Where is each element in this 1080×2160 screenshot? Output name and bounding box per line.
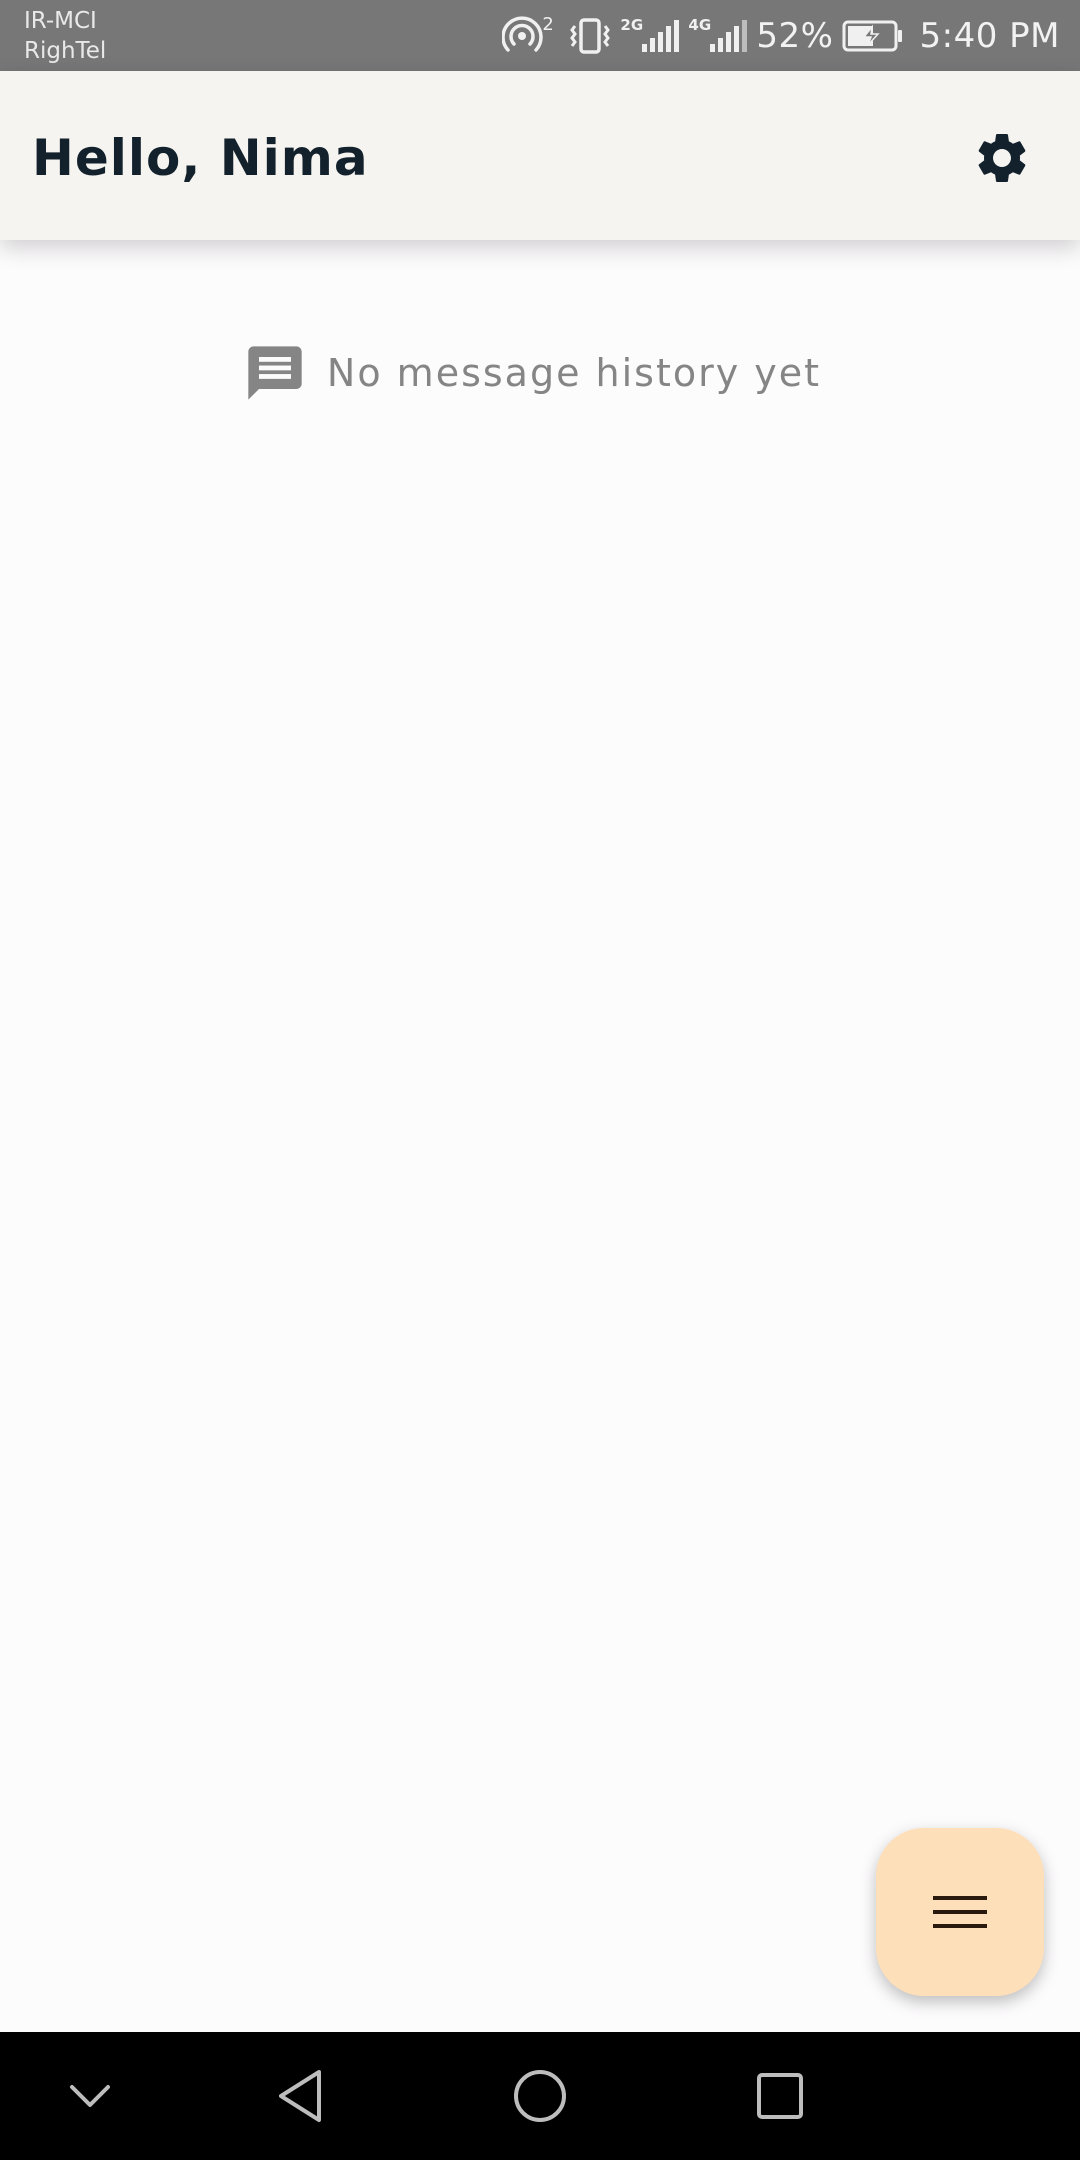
- message-icon: [248, 346, 302, 400]
- home-icon: [514, 2070, 566, 2122]
- vibrate-icon: [568, 16, 612, 56]
- nav-recents-button[interactable]: [720, 2032, 840, 2160]
- battery-percent: 52%: [756, 15, 834, 56]
- nav-hide-button[interactable]: [30, 2032, 150, 2160]
- battery-charging-icon: [842, 19, 904, 53]
- status-bar: IR-MCI RighTel 2 2G 4G 52% 5:40 PM: [0, 0, 1080, 71]
- signal-icon-sim1: 2G: [620, 16, 680, 56]
- clock: 5:40 PM: [919, 15, 1060, 56]
- menu-icon: [933, 1896, 987, 1928]
- app-header: Hello, Nima: [0, 71, 1080, 240]
- status-icons: 2 2G 4G 52% 5:40 PM: [502, 0, 1060, 71]
- carrier-names: IR-MCI RighTel: [24, 6, 106, 66]
- hotspot-icon: 2: [502, 13, 560, 56]
- signal-icon-sim2: 4G: [688, 16, 748, 56]
- gear-icon: [978, 134, 1026, 182]
- hotspot-count: 2: [542, 13, 554, 35]
- menu-fab-button[interactable]: [876, 1828, 1044, 1996]
- recents-icon: [757, 2073, 803, 2119]
- settings-button[interactable]: [970, 126, 1034, 190]
- nav-back-button[interactable]: [240, 2032, 360, 2160]
- empty-state-message: No message history yet: [326, 351, 822, 395]
- screen: IR-MCI RighTel 2 2G 4G 52% 5:40 PM Hello…: [0, 0, 1080, 2160]
- nav-home-button[interactable]: [480, 2032, 600, 2160]
- carrier-secondary: RighTel: [24, 38, 107, 64]
- carrier-primary: IR-MCI: [24, 8, 97, 34]
- chevron-down-icon: [70, 2085, 110, 2107]
- back-icon: [279, 2070, 321, 2122]
- greeting-title: Hello, Nima: [32, 129, 369, 187]
- empty-state: No message history yet: [0, 338, 1080, 408]
- system-navigation-bar: [0, 2032, 1080, 2160]
